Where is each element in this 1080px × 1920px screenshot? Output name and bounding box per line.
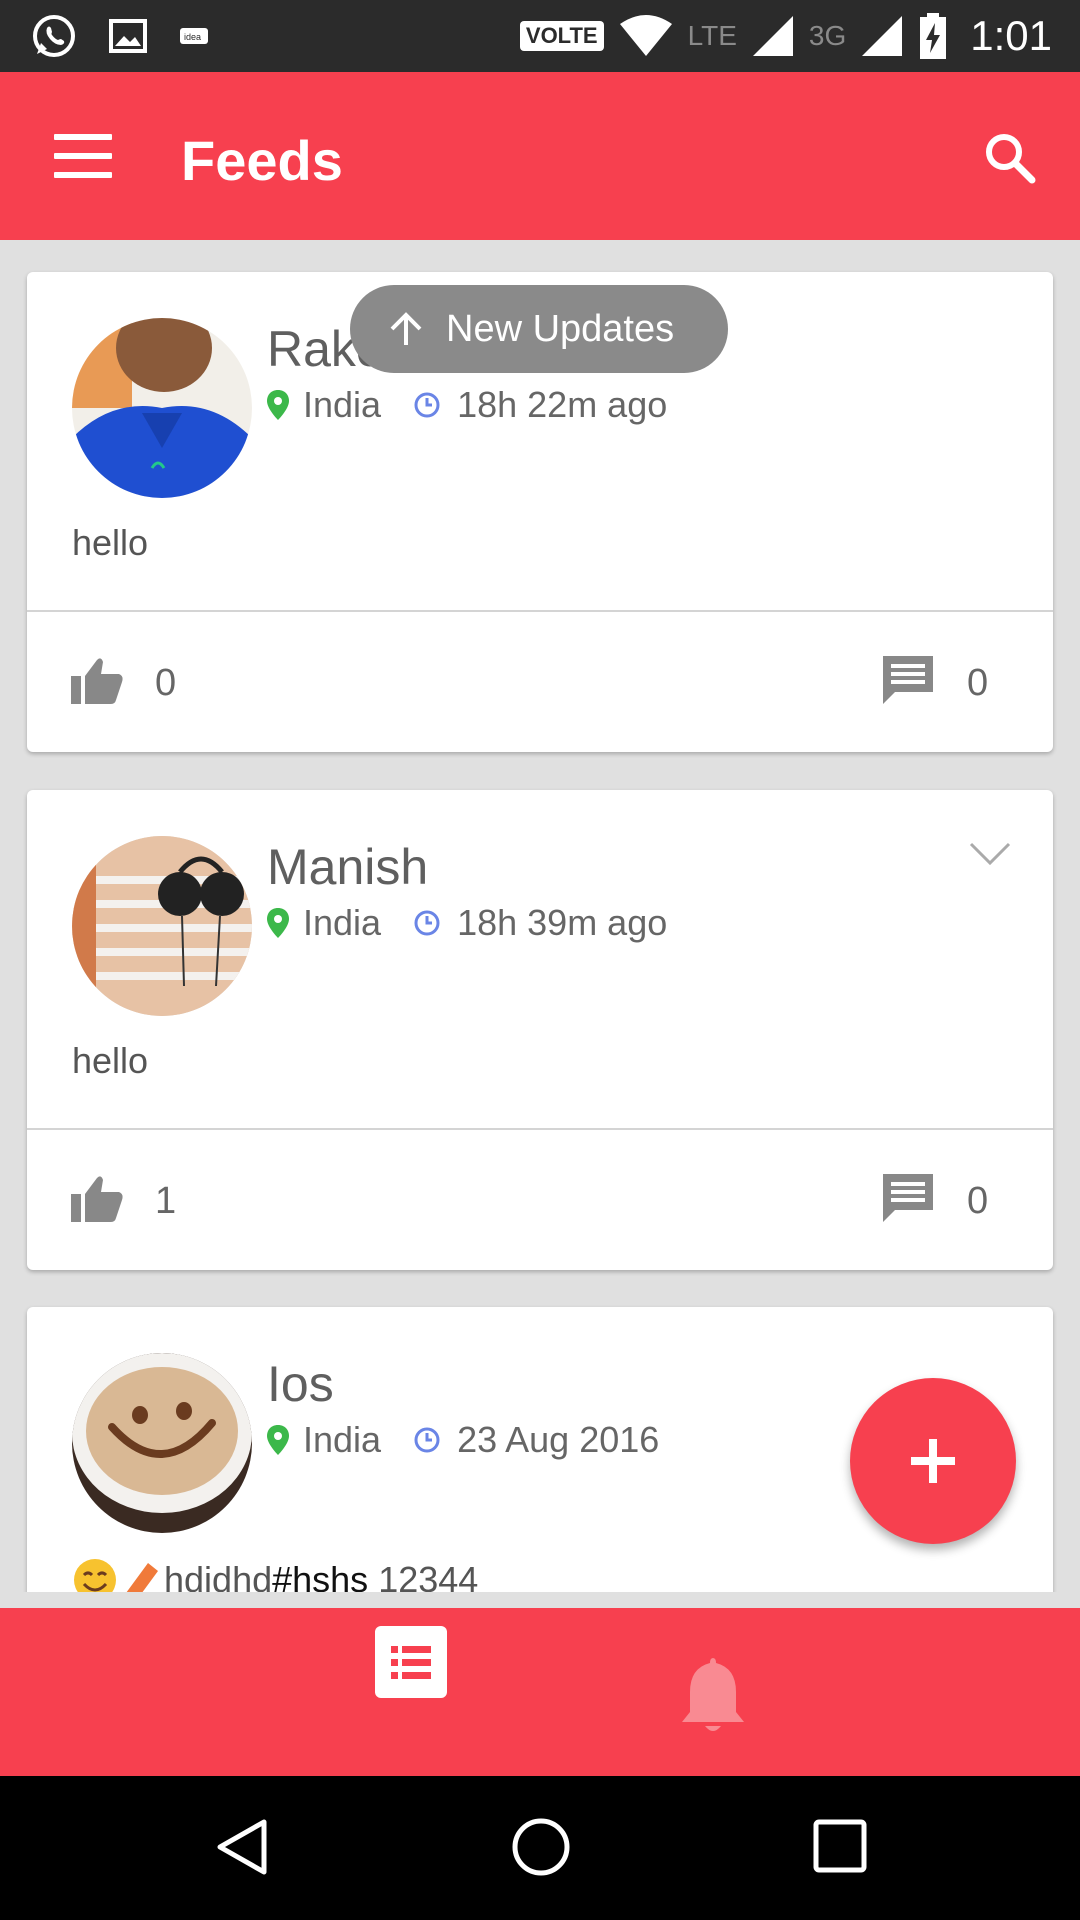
post-meta: India 23 Aug 2016 — [267, 1419, 659, 1461]
signal-icon-1 — [752, 16, 793, 56]
3g-label: 3G — [808, 20, 847, 51]
comment-icon[interactable] — [883, 1174, 933, 1222]
avatar[interactable] — [72, 836, 252, 1016]
page-title: Feeds — [181, 129, 343, 192]
post-meta: India 18h 39m ago — [267, 902, 667, 944]
recent-apps-icon[interactable] — [812, 1818, 868, 1874]
post-time: 18h 39m ago — [457, 902, 668, 943]
feed-list-icon — [391, 1646, 431, 1679]
post-location: India — [303, 902, 382, 943]
avatar[interactable] — [72, 318, 252, 498]
signal-icon-2 — [862, 16, 903, 56]
new-updates-button[interactable]: New Updates — [350, 285, 728, 373]
like-count: 1 — [155, 1180, 177, 1222]
chevron-down-icon[interactable] — [969, 842, 1011, 866]
location-pin-icon — [267, 908, 289, 938]
comment-count: 0 — [967, 1180, 989, 1222]
home-icon[interactable] — [510, 1816, 572, 1878]
search-icon[interactable] — [980, 128, 1040, 188]
add-post-button[interactable] — [850, 1378, 1016, 1544]
battery-charging-icon — [920, 13, 947, 59]
location-pin-icon — [267, 390, 289, 420]
clock-icon — [414, 1427, 440, 1453]
post-meta: India 18h 22m ago — [267, 384, 667, 426]
book-emoji-icon — [126, 1563, 158, 1592]
menu-icon[interactable] — [54, 134, 112, 178]
status-time: 1:01 — [970, 12, 1052, 59]
post-text-plain: hdjdhd — [164, 1559, 273, 1592]
idea-sim-icon: idea — [180, 28, 208, 44]
post-actions: 0 0 — [27, 612, 1053, 752]
status-bar: idea VOLTE LTE 3G 1:01 — [0, 0, 1080, 72]
plus-icon-bar — [929, 1439, 937, 1483]
location-pin-icon — [267, 1425, 289, 1455]
post-text-tail: 12344 — [368, 1559, 479, 1592]
app-bar: Feeds — [0, 72, 1080, 240]
comment-icon[interactable] — [883, 656, 933, 704]
comment-count: 0 — [967, 662, 989, 704]
system-navigation-bar — [0, 1776, 1080, 1920]
whatsapp-icon — [33, 15, 75, 57]
author-name[interactable]: Manish — [267, 838, 428, 896]
avatar[interactable] — [72, 1353, 252, 1533]
clock-icon — [414, 392, 440, 418]
post-text: hdjdhd #hshs 12344 — [72, 1557, 478, 1592]
svg-text:idea: idea — [184, 32, 201, 42]
post-card[interactable]: Manish India 18h 39m ago hello 1 0 — [27, 790, 1053, 1270]
smile-emoji-icon — [74, 1559, 116, 1592]
post-time: 23 Aug 2016 — [457, 1419, 660, 1460]
post-time: 18h 22m ago — [457, 384, 668, 425]
notifications-bell-icon[interactable] — [680, 1656, 746, 1734]
new-updates-label: New Updates — [446, 307, 675, 350]
back-icon[interactable] — [212, 1816, 274, 1878]
post-actions: 1 0 — [27, 1130, 1053, 1270]
author-name[interactable]: Ios — [267, 1355, 334, 1413]
lte-label: LTE — [687, 20, 737, 51]
wifi-icon — [619, 15, 672, 56]
thumbs-up-icon[interactable] — [71, 656, 123, 704]
post-location: India — [303, 384, 382, 425]
gallery-icon — [109, 19, 147, 53]
volte-badge: VOLTE — [519, 21, 604, 51]
tab-feeds[interactable] — [375, 1626, 447, 1698]
post-text: hello — [72, 522, 149, 563]
hashtag-link[interactable]: #hshs — [272, 1559, 368, 1592]
like-count: 0 — [155, 662, 177, 704]
bottom-tab-bar — [0, 1608, 1080, 1776]
post-location: India — [303, 1419, 382, 1460]
arrow-up-icon — [390, 312, 422, 345]
post-text: hello — [72, 1040, 149, 1081]
thumbs-up-icon[interactable] — [71, 1174, 123, 1222]
clock-icon — [414, 910, 440, 936]
